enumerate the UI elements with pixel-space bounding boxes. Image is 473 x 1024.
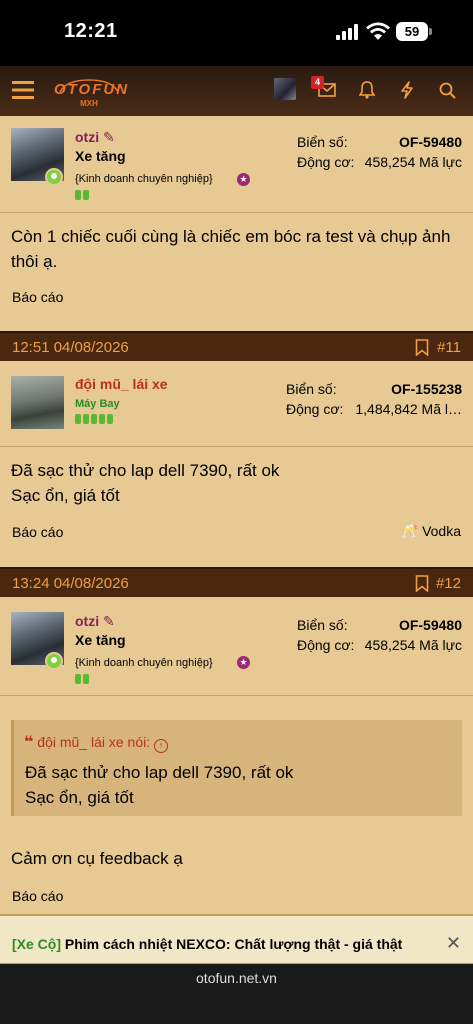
post-header: 13:24 04/08/2026 #12: [0, 567, 473, 597]
wifi-icon: [366, 22, 390, 40]
user-rank: {Kinh doanh chuyên nghiệp}: [75, 657, 213, 669]
online-status-icon: [45, 652, 63, 670]
post-number[interactable]: #12: [436, 575, 461, 592]
post-body: Đã sạc thử cho lap dell 7390, rất ok Sạc…: [11, 461, 280, 505]
site-logo[interactable]: OTOFUN MXH: [54, 78, 130, 108]
close-icon[interactable]: ✕: [446, 933, 461, 954]
logo-subtext: MXH: [80, 99, 98, 108]
arrow-up-circle-icon[interactable]: ↑: [154, 739, 169, 753]
engine-value: 458,254 Mã lực: [364, 637, 462, 653]
post-header: 12:51 04/08/2026 #11: [0, 331, 473, 361]
username[interactable]: otzi ✎: [75, 129, 115, 146]
engine-label: Động cơ:: [297, 154, 355, 170]
user-title: Xe tăng: [75, 632, 126, 648]
engine-label: Động cơ:: [297, 637, 355, 653]
banner-tag: [Xe Cộ]: [12, 936, 61, 952]
username[interactable]: otzi ✎: [75, 613, 115, 630]
lightning-icon[interactable]: [394, 77, 420, 103]
banner-text[interactable]: [Xe Cộ] Phim cách nhiệt NEXCO: Chất lượn…: [12, 936, 442, 952]
report-link[interactable]: Báo cáo: [12, 289, 63, 305]
bookmark-icon[interactable]: [415, 575, 429, 592]
status-bar: 12:21 59: [0, 0, 473, 66]
engine-value: 458,254 Mã lực: [364, 154, 462, 170]
post-10: otzi ✎ Xe tăng {Kinh doanh chuyên nghiệp…: [0, 116, 473, 324]
quote-text: Đã sạc thử cho lap dell 7390, rất ok Sạc…: [25, 763, 294, 807]
logo-text: OTOFUN: [54, 81, 130, 98]
username[interactable]: đội mũ_ lái xe: [75, 376, 168, 392]
user-title: Máy Bay: [75, 398, 120, 410]
quote-mark-icon: ❝: [24, 734, 34, 751]
avatar[interactable]: [11, 376, 64, 429]
inbox-badge: 4: [311, 76, 324, 89]
post-date[interactable]: 13:24 04/08/2026: [12, 575, 129, 592]
pencil-icon: ✎: [103, 613, 115, 629]
cheers-icon: 🥂: [400, 523, 419, 539]
plate-value: OF-59480: [398, 617, 462, 633]
engine-label: Động cơ:: [286, 401, 344, 417]
quote-block: ❝ đội mũ_ lái xe nói: ↑ Đã sạc thử cho l…: [11, 720, 462, 816]
bell-icon[interactable]: [354, 77, 380, 103]
user-title: Xe tăng: [75, 148, 126, 164]
plate-value: OF-59480: [398, 134, 462, 150]
post-body: Còn 1 chiếc cuối cùng là chiếc em bóc ra…: [11, 227, 451, 271]
pencil-icon: ✎: [103, 129, 115, 145]
reputation-pips: [75, 414, 113, 424]
online-status-icon: [45, 168, 63, 186]
user-avatar-thumb[interactable]: [274, 78, 296, 100]
browser-url[interactable]: otofun.net.vn: [0, 970, 473, 986]
post-12: otzi ✎ Xe tăng {Kinh doanh chuyên nghiệp…: [0, 599, 473, 914]
engine-value: 1,484,842 Mã l…: [355, 401, 462, 417]
battery-icon: 59: [396, 22, 432, 41]
plate-label: Biển số:: [297, 134, 348, 150]
bookmark-icon[interactable]: [415, 339, 429, 356]
report-link[interactable]: Báo cáo: [12, 888, 63, 904]
star-icon: ★: [237, 173, 250, 186]
star-icon: ★: [237, 656, 250, 669]
plate-label: Biển số:: [297, 617, 348, 633]
plate-value: OF-155238: [391, 381, 462, 397]
status-time: 12:21: [64, 20, 118, 42]
user-rank: {Kinh doanh chuyên nghiệp}: [75, 173, 213, 185]
menu-icon[interactable]: [10, 77, 36, 103]
reaction-summary[interactable]: 🥂 Vodka: [401, 523, 461, 540]
quote-author[interactable]: ❝ đội mũ_ lái xe nói: ↑: [24, 732, 169, 753]
battery-level: 59: [396, 22, 428, 41]
post-date[interactable]: 12:51 04/08/2026: [12, 339, 129, 356]
post-number[interactable]: #11: [437, 339, 461, 356]
post-body: Cảm ơn cụ feedback ạ: [11, 849, 183, 868]
plate-label: Biển số:: [286, 381, 337, 397]
cellular-signal-icon: [336, 24, 358, 40]
reputation-pips: [75, 190, 89, 200]
report-link[interactable]: Báo cáo: [12, 524, 63, 540]
reputation-pips: [75, 674, 89, 684]
search-icon[interactable]: [434, 77, 460, 103]
promo-banner[interactable]: [Xe Cộ] Phim cách nhiệt NEXCO: Chất lượn…: [0, 914, 473, 964]
site-navbar: OTOFUN MXH 4: [0, 66, 473, 116]
browser-address-bar[interactable]: otofun.net.vn: [0, 964, 473, 1024]
thread-content: otzi ✎ Xe tăng {Kinh doanh chuyên nghiệp…: [0, 116, 473, 914]
post-11: đội mũ_ lái xe Máy Bay Biển số: OF-15523…: [0, 363, 473, 560]
